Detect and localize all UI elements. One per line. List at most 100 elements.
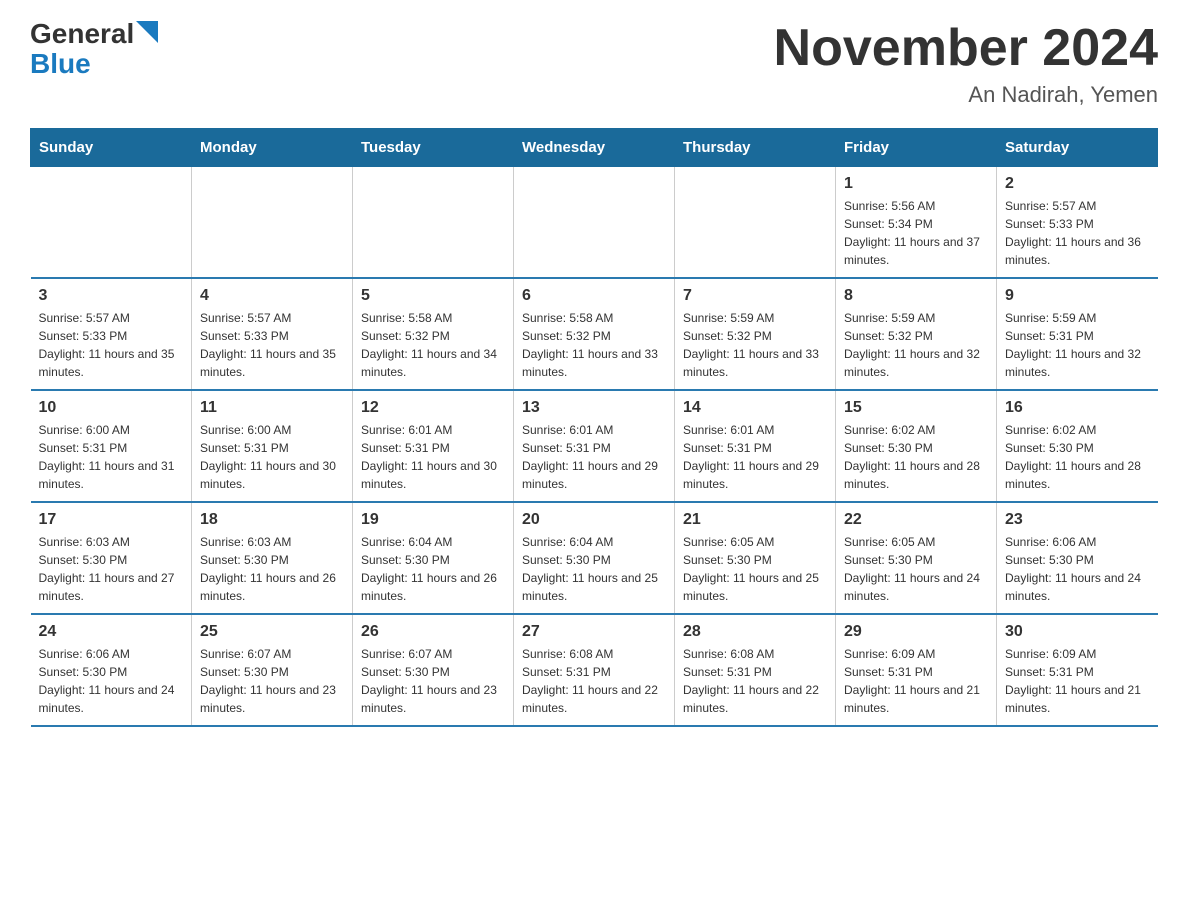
calendar-cell: 20 Sunrise: 6:04 AMSunset: 5:30 PMDayligh… [514,502,675,614]
day-info: Sunrise: 6:00 AMSunset: 5:31 PMDaylight:… [200,421,344,493]
calendar-cell: 10Sunrise: 6:00 AMSunset: 5:31 PMDayligh… [31,390,192,502]
day-info: Sunrise: 6:04 AMSunset: 5:30 PMDaylight:… [522,533,666,605]
day-info: Sunrise: 6:06 AMSunset: 5:30 PMDaylight:… [39,645,184,717]
day-info: Sunrise: 5:58 AMSunset: 5:32 PMDaylight:… [361,309,505,381]
weekday-header-row: SundayMondayTuesdayWednesdayThursdayFrid… [31,129,1158,167]
day-info: Sunrise: 5:57 AMSunset: 5:33 PMDaylight:… [200,309,344,381]
day-info: Sunrise: 6:08 AMSunset: 5:31 PMDaylight:… [683,645,827,717]
weekday-header-wednesday: Wednesday [514,129,675,167]
calendar-cell [192,167,353,279]
day-info: Sunrise: 5:58 AMSunset: 5:32 PMDaylight:… [522,309,666,381]
calendar-cell: 12Sunrise: 6:01 AMSunset: 5:31 PMDayligh… [353,390,514,502]
day-info: Sunrise: 6:05 AMSunset: 5:30 PMDaylight:… [844,533,988,605]
logo: General Blue [30,20,158,80]
day-info: Sunrise: 6:01 AMSunset: 5:31 PMDaylight:… [683,421,827,493]
day-number: 16 [1005,399,1150,417]
calendar-cell: 23 Sunrise: 6:06 AMSunset: 5:30 PMDayligh… [997,502,1158,614]
weekday-header-monday: Monday [192,129,353,167]
calendar-cell: 1 Sunrise: 5:56 AMSunset: 5:34 PMDaylight… [836,167,997,279]
day-info: Sunrise: 6:04 AMSunset: 5:30 PMDaylight:… [361,533,505,605]
calendar-cell [514,167,675,279]
day-number: 1 [844,175,988,193]
day-number: 10 [39,399,184,417]
month-year: November 2024 [774,20,1158,77]
day-number: 29 [844,623,988,641]
day-info: Sunrise: 6:06 AMSunset: 5:30 PMDaylight:… [1005,533,1150,605]
logo-general-text: General [30,20,134,48]
calendar-cell [31,167,192,279]
day-number: 24 [39,623,184,641]
day-number: 2 [1005,175,1150,193]
week-row-1: 1 Sunrise: 5:56 AMSunset: 5:34 PMDaylight… [31,167,1158,279]
day-number: 11 [200,399,344,417]
day-number: 28 [683,623,827,641]
day-number: 6 [522,287,666,305]
calendar-cell: 15Sunrise: 6:02 AMSunset: 5:30 PMDayligh… [836,390,997,502]
calendar-cell: 13Sunrise: 6:01 AMSunset: 5:31 PMDayligh… [514,390,675,502]
day-info: Sunrise: 5:59 AMSunset: 5:32 PMDaylight:… [683,309,827,381]
calendar-cell [675,167,836,279]
calendar-cell: 26 Sunrise: 6:07 AMSunset: 5:30 PMDayligh… [353,614,514,726]
day-number: 20 [522,511,666,529]
day-info: Sunrise: 5:56 AMSunset: 5:34 PMDaylight:… [844,197,988,269]
calendar-cell: 2 Sunrise: 5:57 AMSunset: 5:33 PMDaylight… [997,167,1158,279]
calendar-cell: 28 Sunrise: 6:08 AMSunset: 5:31 PMDayligh… [675,614,836,726]
day-info: Sunrise: 6:07 AMSunset: 5:30 PMDaylight:… [200,645,344,717]
day-number: 9 [1005,287,1150,305]
day-info: Sunrise: 6:03 AMSunset: 5:30 PMDaylight:… [200,533,344,605]
day-info: Sunrise: 6:02 AMSunset: 5:30 PMDaylight:… [1005,421,1150,493]
weekday-header-saturday: Saturday [997,129,1158,167]
calendar-cell: 24 Sunrise: 6:06 AMSunset: 5:30 PMDayligh… [31,614,192,726]
calendar-cell: 22 Sunrise: 6:05 AMSunset: 5:30 PMDayligh… [836,502,997,614]
week-row-4: 17 Sunrise: 6:03 AMSunset: 5:30 PMDayligh… [31,502,1158,614]
weekday-header-tuesday: Tuesday [353,129,514,167]
weekday-header-sunday: Sunday [31,129,192,167]
day-info: Sunrise: 5:57 AMSunset: 5:33 PMDaylight:… [1005,197,1150,269]
day-number: 17 [39,511,184,529]
logo-blue-text: Blue [30,48,91,80]
day-number: 5 [361,287,505,305]
calendar-cell: 21 Sunrise: 6:05 AMSunset: 5:30 PMDayligh… [675,502,836,614]
calendar-cell: 6 Sunrise: 5:58 AMSunset: 5:32 PMDaylight… [514,278,675,390]
week-row-3: 10 Sunrise: 6:00 AMSunset: 5:31 PMDayligh… [31,390,1158,502]
calendar-cell: 5 Sunrise: 5:58 AMSunset: 5:32 PMDaylight… [353,278,514,390]
logo-icon [136,21,158,43]
day-number: 23 [1005,511,1150,529]
weekday-header-thursday: Thursday [675,129,836,167]
week-row-5: 24 Sunrise: 6:06 AMSunset: 5:30 PMDayligh… [31,614,1158,726]
day-number: 3 [39,287,184,305]
day-number: 18 [200,511,344,529]
day-info: Sunrise: 5:59 AMSunset: 5:31 PMDaylight:… [1005,309,1150,381]
day-number: 21 [683,511,827,529]
calendar-cell: 3Sunrise: 5:57 AMSunset: 5:33 PMDaylight… [31,278,192,390]
day-number: 8 [844,287,988,305]
day-number: 25 [200,623,344,641]
day-number: 7 [683,287,827,305]
location: An Nadirah, Yemen [774,82,1158,108]
day-info: Sunrise: 6:07 AMSunset: 5:30 PMDaylight:… [361,645,505,717]
day-info: Sunrise: 6:09 AMSunset: 5:31 PMDaylight:… [844,645,988,717]
day-info: Sunrise: 6:08 AMSunset: 5:31 PMDaylight:… [522,645,666,717]
calendar-table: SundayMondayTuesdayWednesdayThursdayFrid… [30,128,1158,727]
day-info: Sunrise: 5:59 AMSunset: 5:32 PMDaylight:… [844,309,988,381]
calendar-cell: 7 Sunrise: 5:59 AMSunset: 5:32 PMDaylight… [675,278,836,390]
day-info: Sunrise: 6:03 AMSunset: 5:30 PMDaylight:… [39,533,184,605]
calendar-cell: 16 Sunrise: 6:02 AMSunset: 5:30 PMDayligh… [997,390,1158,502]
day-number: 26 [361,623,505,641]
day-number: 4 [200,287,344,305]
day-number: 19 [361,511,505,529]
day-number: 22 [844,511,988,529]
day-number: 15 [844,399,988,417]
calendar-cell: 17 Sunrise: 6:03 AMSunset: 5:30 PMDayligh… [31,502,192,614]
calendar-cell: 25 Sunrise: 6:07 AMSunset: 5:30 PMDayligh… [192,614,353,726]
calendar-cell: 9 Sunrise: 5:59 AMSunset: 5:31 PMDaylight… [997,278,1158,390]
calendar-cell: 29 Sunrise: 6:09 AMSunset: 5:31 PMDayligh… [836,614,997,726]
day-info: Sunrise: 6:05 AMSunset: 5:30 PMDaylight:… [683,533,827,605]
week-row-2: 3 Sunrise: 5:57 AMSunset: 5:33 PMDaylight… [31,278,1158,390]
day-number: 30 [1005,623,1150,641]
calendar-cell: 19 Sunrise: 6:04 AMSunset: 5:30 PMDayligh… [353,502,514,614]
calendar-cell: 14Sunrise: 6:01 AMSunset: 5:31 PMDayligh… [675,390,836,502]
calendar-cell: 4 Sunrise: 5:57 AMSunset: 5:33 PMDaylight… [192,278,353,390]
title-section: November 2024 An Nadirah, Yemen [774,20,1158,108]
header: General Blue November 2024 An Nadirah, Y… [30,20,1158,108]
